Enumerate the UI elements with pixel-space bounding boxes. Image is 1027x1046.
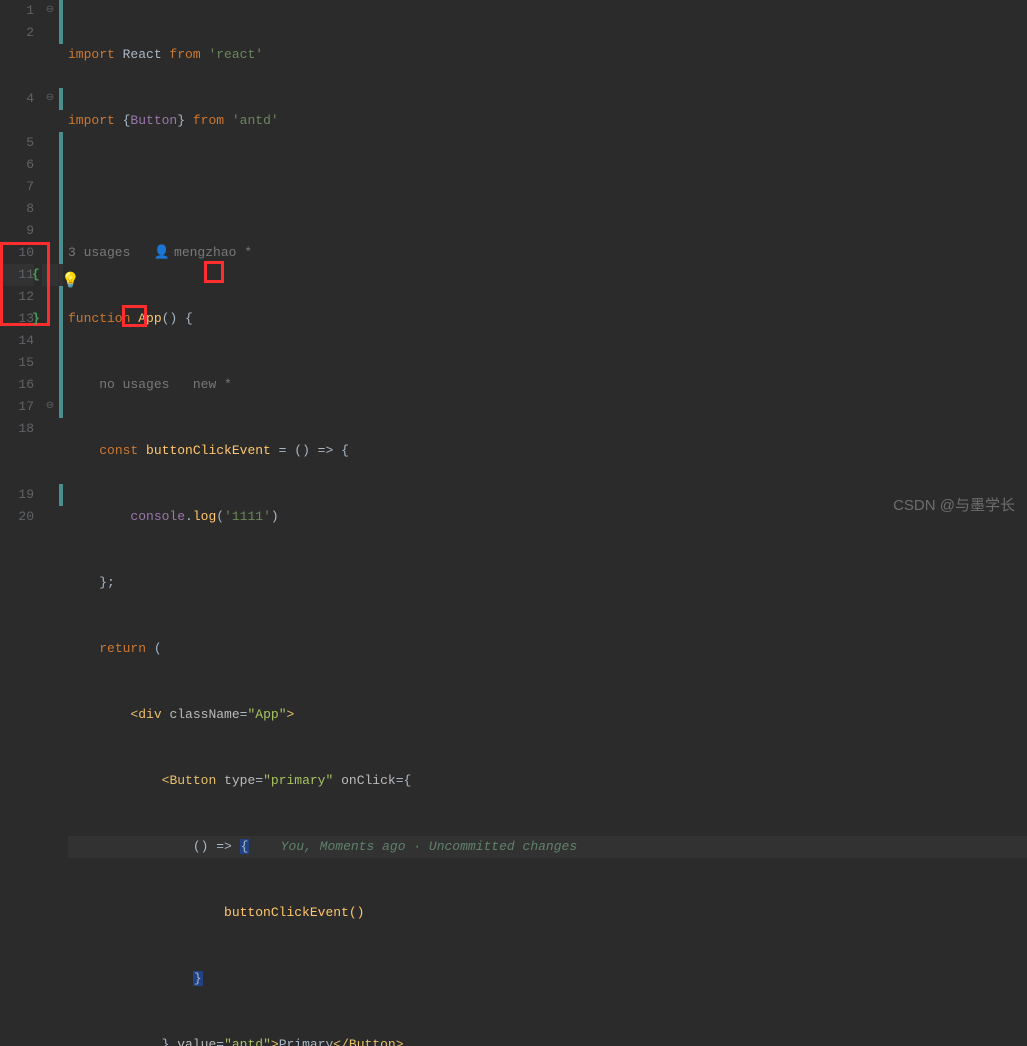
ln-20: 20	[0, 506, 34, 528]
ln-1: 1	[0, 0, 34, 22]
ln-10: 10	[0, 242, 34, 264]
ln-6: 6	[0, 154, 34, 176]
author-hint[interactable]: mengzhao *	[174, 245, 252, 260]
fold-icon[interactable]: ⊖	[42, 396, 58, 418]
usages-hint[interactable]: 3 usages	[68, 245, 130, 260]
ln-5: 5	[0, 132, 34, 154]
blame-annotation: You, Moments ago · Uncommitted changes	[281, 839, 577, 854]
ln-18: 18	[0, 418, 34, 440]
ln-14: 14	[0, 330, 34, 352]
brace-match-open: {	[32, 264, 40, 286]
ln-17: 17	[0, 396, 34, 418]
code-editor[interactable]: 1 2 4 5 6 7 8 9 10 11 12 13 14 15 16 17 …	[0, 0, 1027, 523]
code-area[interactable]: import React from 'react' import {Button…	[64, 0, 1027, 523]
ln-2: 2	[0, 22, 34, 44]
fold-icon[interactable]: ⊖	[42, 88, 58, 110]
cursor-selection: {	[240, 839, 250, 854]
brace-match-close: }	[32, 308, 40, 330]
line-numbers: 1 2 4 5 6 7 8 9 10 11 12 13 14 15 16 17 …	[0, 0, 42, 523]
person-icon: 👤	[154, 245, 170, 260]
usages-hint[interactable]: no usages	[99, 377, 169, 392]
fold-icon[interactable]: ⊖	[42, 0, 58, 22]
ln-19: 19	[0, 484, 34, 506]
matching-brace: }	[193, 971, 203, 986]
ln-13: 13	[0, 308, 34, 330]
intention-bulb-icon[interactable]: 💡	[61, 271, 80, 293]
ln-8: 8	[0, 198, 34, 220]
ln-16: 16	[0, 374, 34, 396]
ln-11: 11	[0, 264, 34, 286]
ln-7: 7	[0, 176, 34, 198]
ln-9: 9	[0, 220, 34, 242]
fold-column: ⊖ ⊖ ⊖	[42, 0, 58, 523]
ln-12: 12	[0, 286, 34, 308]
ln-15: 15	[0, 352, 34, 374]
watermark: CSDN @与墨学长	[893, 495, 1015, 517]
ln-4: 4	[0, 88, 34, 110]
